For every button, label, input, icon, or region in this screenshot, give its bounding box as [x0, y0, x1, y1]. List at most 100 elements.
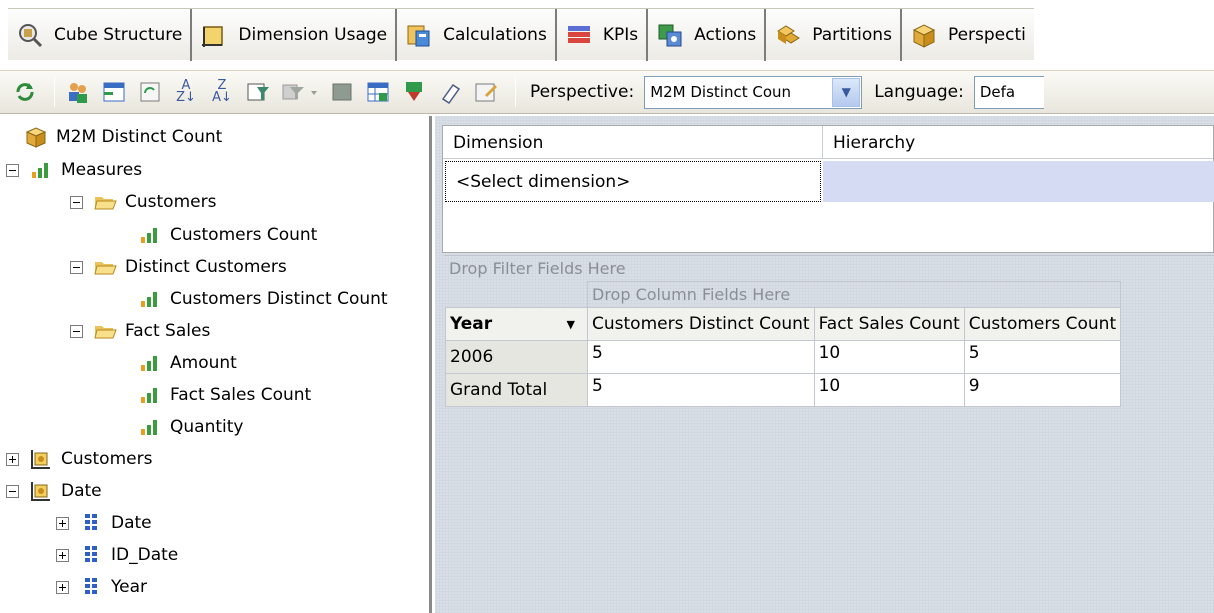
- attribute-hierarchy-icon: [85, 546, 97, 562]
- collapse-icon[interactable]: [70, 195, 83, 209]
- drop-column-zone[interactable]: Drop Column Fields Here: [586, 281, 1122, 308]
- filter-pane: Dimension Hierarchy <Select dimension>: [442, 125, 1214, 253]
- tree-node-quantity[interactable]: Quantity: [138, 412, 243, 442]
- reconnect-button[interactable]: [10, 77, 40, 107]
- tree-node-label: Fact Sales: [125, 321, 211, 341]
- collapse-icon[interactable]: [70, 324, 83, 338]
- tree-node-customers-count[interactable]: Customers Count: [138, 220, 317, 250]
- tab-label: Partitions: [812, 24, 892, 45]
- drill-button[interactable]: [399, 77, 429, 107]
- drill-down-icon: [406, 82, 422, 101]
- eraser-icon: [441, 83, 461, 105]
- sort-ascending-button[interactable]: A Z↓: [171, 77, 201, 107]
- tree-node-date-dimension[interactable]: Date: [6, 476, 102, 506]
- tree-node-label: Customers Distinct Count: [170, 289, 388, 309]
- expand-icon[interactable]: [6, 452, 19, 466]
- column-header[interactable]: Customers Count: [963, 307, 1122, 341]
- tab-kpis[interactable]: KPIs: [557, 8, 649, 61]
- tab-perspectives[interactable]: Perspecti: [902, 9, 1034, 61]
- tree-node-id-date-attribute[interactable]: ID_Date: [56, 540, 178, 570]
- tree-node-label: Quantity: [170, 417, 244, 437]
- tab-calculations[interactable]: Calculations: [397, 8, 557, 61]
- folder-open-icon: [94, 326, 117, 339]
- folder-open-icon: [94, 197, 117, 210]
- measure-icon: [141, 420, 157, 435]
- tree-node-year-attribute[interactable]: Year: [56, 572, 147, 602]
- filter-button[interactable]: [279, 77, 321, 107]
- show-empty-cells-button[interactable]: [327, 77, 357, 107]
- auto-filter-button[interactable]: [243, 77, 273, 107]
- dimension-icon: [31, 450, 50, 469]
- chevron-down-icon[interactable]: ▼: [832, 77, 861, 107]
- tab-partitions[interactable]: Partitions: [766, 8, 902, 61]
- browser-toolbar: A Z↓ Z A↓ Perspective: M2M Distinct Coun…: [0, 70, 1214, 114]
- tree-node-fact-sales-group[interactable]: Fact Sales: [70, 316, 210, 346]
- tree-node-label: Customers: [61, 449, 153, 469]
- language-select[interactable]: Defa: [973, 75, 1044, 109]
- metadata-tree: M2M Distinct Count Measures Customers Cu…: [0, 116, 432, 613]
- tree-node-label: ID_Date: [111, 545, 179, 565]
- tree-node-customers-group[interactable]: Customers: [70, 187, 216, 217]
- collapse-icon[interactable]: [6, 163, 19, 177]
- pivot-table: Drop Column Fields Here Year ▼ Customers…: [445, 281, 1122, 407]
- dropdown-arrow-icon[interactable]: ▼: [567, 318, 575, 331]
- tree-node-date-attribute[interactable]: Date: [56, 508, 152, 538]
- sort-descending-button[interactable]: Z A↓: [207, 77, 237, 107]
- cell-value: 5: [587, 340, 815, 374]
- row-header[interactable]: Grand Total: [445, 373, 588, 407]
- expand-icon[interactable]: [56, 548, 69, 562]
- change-user-button[interactable]: [63, 77, 93, 107]
- measure-icon: [141, 388, 157, 403]
- row-field-year[interactable]: Year ▼: [445, 307, 588, 341]
- properties-button[interactable]: [471, 77, 501, 107]
- tree-node-measures[interactable]: Measures: [6, 155, 142, 185]
- tree-node-label: Fact Sales Count: [170, 385, 312, 405]
- row-header[interactable]: 2006: [445, 340, 588, 374]
- tab-cube-structure[interactable]: Cube Structure: [8, 8, 193, 61]
- column-header[interactable]: Customers Distinct Count: [587, 307, 815, 341]
- sort-descending-icon: Z A↓: [212, 78, 232, 105]
- tree-node-amount[interactable]: Amount: [138, 348, 237, 378]
- show-filter-pane-button[interactable]: [363, 77, 393, 107]
- filter-tree-button[interactable]: [99, 77, 129, 107]
- column-header-dimension[interactable]: Dimension: [443, 126, 823, 159]
- perspective-select[interactable]: M2M Distinct Coun ▼: [644, 75, 863, 109]
- column-header[interactable]: Fact Sales Count: [813, 307, 965, 341]
- refresh-icon: [140, 82, 160, 102]
- cube-structure-icon: [19, 23, 43, 47]
- table-row: 2006 5 10 5: [445, 340, 1122, 374]
- clear-results-button[interactable]: [435, 77, 465, 107]
- expand-icon[interactable]: [56, 516, 69, 530]
- perspectives-icon: [912, 23, 936, 48]
- row-field-label: Year: [450, 314, 493, 334]
- tab-label: KPIs: [602, 24, 639, 45]
- tab-dimension-usage[interactable]: Dimension Usage: [192, 8, 398, 61]
- tree-node-customers-distinct-count[interactable]: Customers Distinct Count: [138, 284, 388, 314]
- tree-node-fact-sales-count[interactable]: Fact Sales Count: [138, 380, 311, 410]
- dimension-usage-icon: [202, 25, 224, 47]
- tree-node-customers-dimension[interactable]: Customers: [6, 444, 152, 474]
- cell-value: 10: [813, 340, 965, 374]
- tree-node-label: Date: [111, 513, 152, 533]
- actions-icon: [658, 24, 682, 46]
- expand-icon[interactable]: [56, 580, 69, 594]
- column-header-hierarchy[interactable]: Hierarchy: [823, 126, 1214, 159]
- tree-node-label: Customers Count: [170, 225, 318, 245]
- hierarchy-cell[interactable]: [823, 161, 1214, 202]
- drop-filter-zone[interactable]: Drop Filter Fields Here: [444, 255, 1214, 281]
- collapse-icon[interactable]: [70, 260, 83, 274]
- filter-row: <Select dimension>: [443, 159, 1214, 214]
- pivot-corner: [446, 282, 588, 308]
- select-dimension-cell[interactable]: <Select dimension>: [445, 161, 821, 202]
- users-icon: [69, 83, 87, 103]
- tree-node-distinct-customers-group[interactable]: Distinct Customers: [70, 252, 287, 282]
- tab-actions[interactable]: Actions: [648, 8, 767, 61]
- designer-tab-strip: Cube Structure Dimension Usage Calculati…: [0, 0, 1214, 70]
- refresh-button[interactable]: [135, 77, 165, 107]
- tree-root-cube[interactable]: M2M Distinct Count: [24, 122, 222, 152]
- measure-icon: [141, 356, 157, 371]
- filter-pane-header: Dimension Hierarchy: [443, 126, 1213, 159]
- tab-label: Calculations: [443, 24, 547, 45]
- collapse-icon[interactable]: [6, 484, 19, 498]
- show-empty-cells-icon: [332, 83, 352, 101]
